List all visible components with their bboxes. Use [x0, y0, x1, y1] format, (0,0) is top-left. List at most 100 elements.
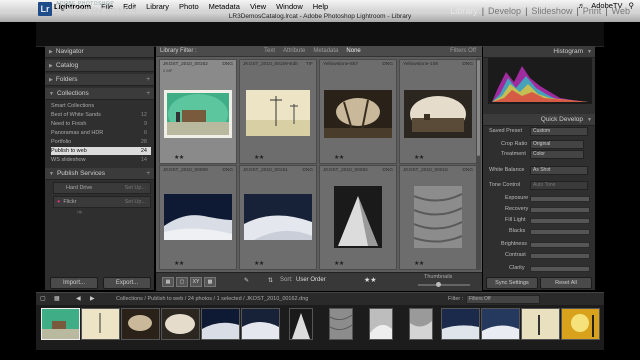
folders-header[interactable]: ▶ Folders +	[45, 74, 154, 86]
filmstrip-filter-dropdown[interactable]: Filters Off	[466, 295, 540, 304]
cell-rating[interactable]: ★★	[414, 154, 424, 161]
filmstrip-thumb[interactable]	[561, 308, 600, 340]
menu-help[interactable]: Help	[313, 2, 328, 11]
forward-arrow-icon[interactable]: ▶	[90, 293, 95, 305]
menu-photo[interactable]: Photo	[179, 2, 199, 11]
menu-window[interactable]: Window	[276, 2, 303, 11]
loupe-view-icon[interactable]: ▢	[176, 277, 188, 287]
filter-none[interactable]: None	[346, 46, 360, 56]
cell-rating[interactable]: ★★	[174, 260, 184, 267]
recovery-adjust[interactable]	[530, 207, 590, 213]
filmstrip-thumb[interactable]	[241, 308, 280, 340]
toolbar-rating[interactable]: ★★	[364, 276, 377, 284]
grid-cell[interactable]: JKOST_2010_00016 DNG ★★	[399, 165, 477, 270]
filmstrip-thumb[interactable]	[409, 308, 433, 340]
service-setup[interactable]: Set Up...	[125, 183, 146, 193]
thumbnail-size-knob[interactable]	[436, 282, 441, 287]
cell-rating[interactable]: ★★	[254, 154, 264, 161]
service-flickr[interactable]: ● Flickr Set Up...	[53, 196, 151, 208]
filmstrip-thumb[interactable]	[481, 308, 520, 340]
grid-cell[interactable]: Yellowstone-106 DNG ★★	[399, 59, 477, 164]
reset-all-button[interactable]: Reset All	[540, 277, 592, 289]
grid-view-icon[interactable]: ▦	[162, 277, 174, 287]
navigator-header[interactable]: ▶ Navigator	[45, 46, 154, 58]
cell-rating[interactable]: ★★	[334, 260, 344, 267]
grid-cell[interactable]: JKOST_2010_00082 DNG ★★	[319, 165, 397, 270]
filmstrip-thumb[interactable]	[329, 308, 353, 340]
collection-item[interactable]: WS slideshow 14	[51, 156, 151, 164]
treatment-dropdown[interactable]: Color	[530, 150, 584, 159]
catalog-header[interactable]: ▶ Catalog	[45, 60, 154, 72]
collection-item[interactable]: Smart Collections	[51, 102, 151, 110]
histogram-header[interactable]: Histogram ▼	[483, 46, 595, 58]
cell-rating[interactable]: ★★	[174, 154, 184, 161]
painter-icon[interactable]: ✎	[244, 277, 249, 284]
contrast-adjust[interactable]	[530, 253, 590, 259]
thumbnail-size-slider[interactable]	[418, 284, 470, 286]
sync-settings-button[interactable]: Sync Settings	[486, 277, 538, 289]
clarity-adjust[interactable]	[530, 266, 590, 272]
filters-off-dropdown[interactable]: Filters Off	[450, 46, 476, 56]
saved-preset-dropdown[interactable]: Custom	[530, 127, 588, 136]
grid-scrollbar-thumb[interactable]	[477, 60, 480, 156]
filmstrip-thumb[interactable]	[441, 308, 480, 340]
menu-metadata[interactable]: Metadata	[209, 2, 240, 11]
cell-rating[interactable]: ★★	[414, 260, 424, 267]
back-arrow-icon[interactable]: ◀	[76, 293, 81, 305]
brightness-adjust[interactable]	[530, 242, 590, 248]
import-button[interactable]: Import...	[50, 277, 98, 289]
module-develop[interactable]: Develop	[488, 6, 521, 16]
blacks-adjust[interactable]	[530, 229, 590, 235]
add-icon[interactable]: +	[146, 74, 150, 85]
grid-cell[interactable]: Yellowstone-857 DNG ★★	[319, 59, 397, 164]
grid-cell[interactable]: JKOST_2010_00162 DNG 2 MP ★★	[159, 59, 237, 164]
filmstrip-thumb[interactable]	[161, 308, 200, 340]
secondary-window-icon[interactable]: ▢	[40, 293, 46, 305]
module-web[interactable]: Web	[612, 6, 630, 16]
crop-ratio-dropdown[interactable]: Original	[530, 140, 584, 149]
cell-rating[interactable]: ★★	[254, 260, 264, 267]
sort-direction-icon[interactable]: ⇅	[268, 277, 273, 284]
module-print[interactable]: Print	[583, 6, 602, 16]
filmstrip-thumb[interactable]	[369, 308, 393, 340]
collection-item-selected[interactable]: Publish to web 24	[51, 147, 151, 155]
publish-services-header[interactable]: ▼ Publish Services +	[45, 168, 154, 180]
collections-header[interactable]: ▼ Collections +	[45, 88, 154, 100]
menu-library[interactable]: Library	[146, 2, 169, 11]
exposure-adjust[interactable]	[530, 196, 590, 202]
filmstrip-thumb[interactable]	[201, 308, 240, 340]
collection-item[interactable]: Portfolio 28	[51, 138, 151, 146]
filmstrip-thumb[interactable]	[121, 308, 160, 340]
collection-item[interactable]: Panoramas and HDR 6	[51, 129, 151, 137]
compare-view-icon[interactable]: XY	[190, 277, 202, 287]
filmstrip-thumb[interactable]	[41, 308, 80, 340]
quick-develop-header[interactable]: Quick Develop ▼	[483, 114, 595, 126]
filter-metadata[interactable]: Metadata	[313, 46, 338, 56]
grid-cell[interactable]: JKOST_2010_00151 DNG ★★	[239, 165, 317, 270]
filmstrip-thumb[interactable]	[521, 308, 560, 340]
add-icon[interactable]: +	[146, 88, 150, 99]
grid-cell[interactable]: JKOST_2010_00009 DNG ★★	[159, 165, 237, 270]
survey-view-icon[interactable]: ▩	[204, 277, 216, 287]
filmstrip-thumb[interactable]	[81, 308, 120, 340]
filmstrip-thumb[interactable]	[289, 308, 313, 340]
filter-text[interactable]: Text	[264, 46, 275, 56]
auto-tone-button[interactable]: Auto Tone	[530, 181, 588, 190]
filter-attribute[interactable]: Attribute	[283, 46, 305, 56]
fill-light-adjust[interactable]	[530, 218, 590, 224]
export-button[interactable]: Export...	[103, 277, 151, 289]
service-setup[interactable]: Set Up...	[125, 197, 146, 207]
source-path[interactable]: Collections / Publish to web / 24 photos…	[116, 293, 308, 305]
collection-item[interactable]: Best of White Sands 12	[51, 111, 151, 119]
menu-view[interactable]: View	[250, 2, 266, 11]
add-icon[interactable]: +	[146, 168, 150, 179]
grid-toggle-icon[interactable]: ▦	[54, 293, 60, 305]
white-balance-dropdown[interactable]: As Shot	[530, 166, 588, 175]
module-slideshow[interactable]: Slideshow	[531, 6, 572, 16]
service-hard-drive[interactable]: Hard Drive Set Up...	[53, 182, 151, 194]
module-library[interactable]: Library	[450, 6, 478, 16]
cell-rating[interactable]: ★★	[334, 154, 344, 161]
grid-cell[interactable]: JKOST_2010_00159-Edit TIF ★★	[239, 59, 317, 164]
collection-item[interactable]: Need to Finish 9	[51, 120, 151, 128]
sort-dropdown[interactable]: User Order	[296, 277, 326, 283]
